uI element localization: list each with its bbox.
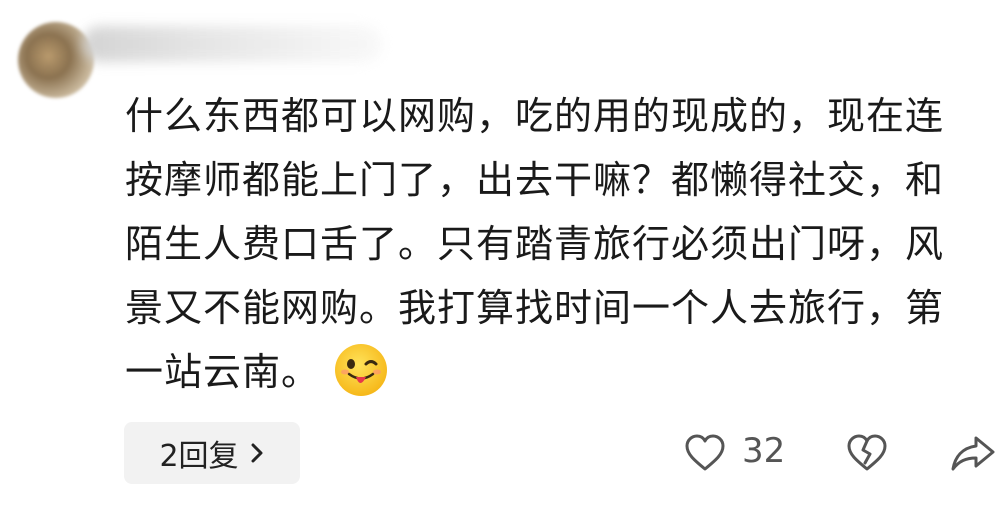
heart-icon[interactable] [684, 433, 726, 473]
comment-line-last: 一站云南。 [125, 340, 975, 404]
avatar[interactable] [18, 22, 94, 98]
comment-line: 陌生人费口舌了。只有踏青旅行必须出门呀，风 [125, 222, 945, 266]
like-count: 32 [742, 431, 786, 471]
comment-line: 景又不能网购。我打算找时间一个人去旅行，第 [125, 286, 945, 330]
broken-heart-icon[interactable] [846, 433, 888, 473]
replies-button[interactable]: 2回复 [124, 422, 300, 484]
comment-line: 一站云南。 [125, 350, 321, 394]
share-arrow-icon[interactable] [950, 433, 996, 473]
winking-tongue-emoji-icon [335, 344, 388, 396]
comment-line: 什么东西都可以网购，吃的用的现成的，现在连 [125, 94, 945, 138]
chevron-right-icon [249, 441, 265, 465]
comment-text: 什么东西都可以网购，吃的用的现成的，现在连 按摩师都能上门了，出去干嘛？都懒得社… [125, 84, 975, 404]
comment-line: 按摩师都能上门了，出去干嘛？都懒得社交，和 [125, 158, 945, 202]
username-blurred[interactable] [82, 26, 382, 62]
replies-label: 2回复 [159, 439, 239, 474]
